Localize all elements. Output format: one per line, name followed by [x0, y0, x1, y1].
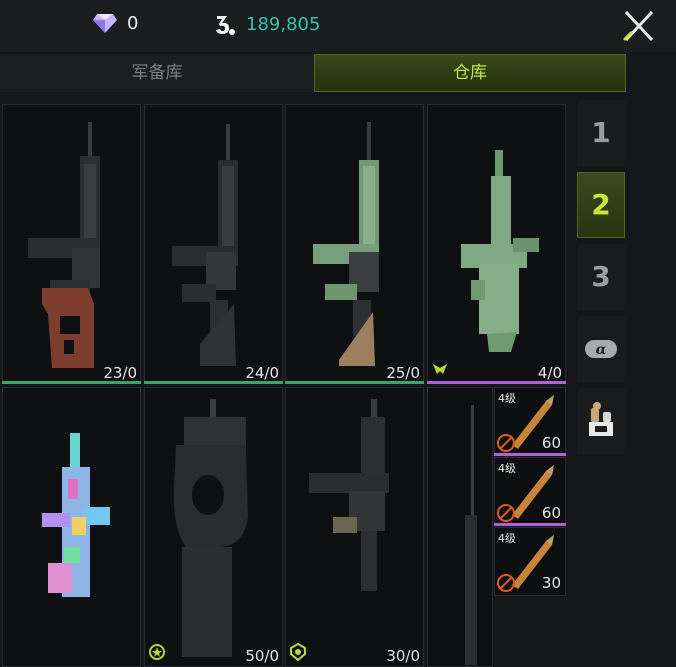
- page-tab-consumables[interactable]: [577, 388, 625, 454]
- ammo-count: 60: [541, 504, 561, 522]
- coin-balance: 189,805: [214, 12, 320, 36]
- weapon-card-rifle-green-tan[interactable]: 25/0: [285, 104, 424, 384]
- weapon-card-bullpup-green[interactable]: 4/0: [427, 104, 566, 384]
- page-tab-label: 3: [591, 260, 611, 293]
- ammo-card[interactable]: 4级 60: [494, 387, 566, 456]
- weapon-count: 23/0: [103, 364, 137, 382]
- weapon-count: 50/0: [245, 647, 279, 665]
- weapon-card-smg-p90[interactable]: 50/0: [144, 387, 283, 667]
- ammo-card[interactable]: 4级 30: [494, 527, 566, 596]
- gem-balance: 0: [93, 12, 138, 34]
- rarity-bar: [144, 381, 283, 384]
- tab-armory[interactable]: 军备库: [0, 54, 314, 92]
- ammo-level: 4级: [498, 462, 516, 475]
- tab-warehouse[interactable]: 仓库: [314, 54, 626, 92]
- currency-icon: [216, 16, 235, 35]
- weapon-card-smg-black[interactable]: 30/0: [285, 387, 424, 667]
- page-tab-label: 1: [591, 116, 611, 149]
- rarity-bar: [285, 381, 424, 384]
- page-tab-2[interactable]: 2: [577, 172, 625, 238]
- svg-text:α: α: [596, 342, 607, 358]
- sniper-rifle-icon: [465, 405, 477, 665]
- coin-count: 189,805: [246, 13, 321, 35]
- wing-emblem-icon: [433, 364, 447, 374]
- rarity-bar: [494, 523, 566, 526]
- resource-bar: 0 189,805: [0, 0, 676, 52]
- gem-count: 0: [127, 12, 139, 34]
- storage-tabs: 军备库 仓库: [0, 54, 626, 92]
- crest-emblem-icon: [290, 643, 306, 661]
- diamond-icon: [93, 14, 117, 33]
- rifle-green-tan-icon: [313, 122, 379, 366]
- rarity-bar: [2, 381, 141, 384]
- weapon-card-rifle-wood-stock[interactable]: 23/0: [2, 104, 141, 384]
- ammo-count: 60: [541, 434, 561, 452]
- page-tab-1[interactable]: 1: [577, 100, 625, 166]
- weapon-count: 4/0: [537, 364, 562, 382]
- page-tab-label: 2: [591, 188, 611, 221]
- ammo-card[interactable]: 4级 60: [494, 457, 566, 526]
- rifle-black-icon: [172, 124, 238, 366]
- star-emblem-icon: [149, 644, 165, 660]
- page-tab-alpha[interactable]: α: [577, 316, 625, 382]
- ammo-level: 4级: [498, 532, 516, 545]
- alpha-tag-icon: α: [585, 340, 617, 358]
- rarity-bar: [427, 381, 566, 384]
- weapon-count: 30/0: [386, 647, 420, 665]
- weapon-card-sniper-rifle[interactable]: [427, 387, 493, 667]
- bullpup-green-icon: [461, 150, 539, 352]
- consumables-icon: [589, 402, 613, 436]
- close-icon[interactable]: [616, 6, 660, 46]
- smg-black-icon: [309, 399, 389, 591]
- weapon-count: 25/0: [386, 364, 420, 382]
- rifle-holo-skin-icon: [42, 433, 110, 597]
- smg-p90-icon: [173, 399, 248, 657]
- rarity-bar: [494, 453, 566, 456]
- weapon-grid: 23/0 24/0 25/0 4/0 50/0 30/0 4级 60 4级 60…: [0, 100, 566, 667]
- page-tab-3[interactable]: 3: [577, 244, 625, 310]
- weapon-card-rifle-holo-skin[interactable]: [2, 387, 141, 667]
- ammo-level: 4级: [498, 392, 516, 405]
- rifle-wood-stock-icon: [28, 122, 100, 368]
- weapon-card-rifle-black[interactable]: 24/0: [144, 104, 283, 384]
- weapon-count: 24/0: [245, 364, 279, 382]
- ammo-count: 30: [541, 574, 561, 592]
